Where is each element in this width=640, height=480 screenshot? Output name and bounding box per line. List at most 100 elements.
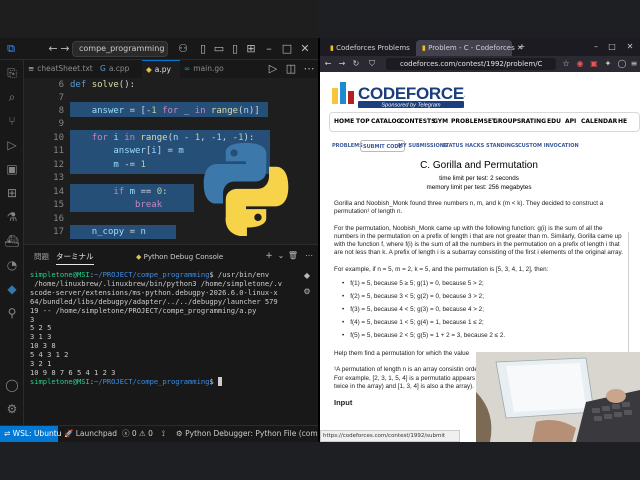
subnav-custom-invocation[interactable]: CUSTOM INVOCATION (518, 140, 579, 152)
tab-label: a.cpp (108, 64, 130, 73)
terminal-output[interactable]: simpletone@MSI:~/PROJECT/compe_programmi… (30, 271, 298, 421)
extension-icon[interactable]: ◉ (574, 58, 586, 70)
layout-secondary-icon[interactable]: ▯ (228, 42, 242, 56)
layout-sidebar-icon[interactable]: ▯ (196, 42, 210, 56)
tab-label: a.py (154, 65, 171, 74)
terminal-selector[interactable]: ◆ Python Debug Console (136, 250, 254, 264)
bookmark-star-icon[interactable]: ☆ (560, 58, 572, 70)
split-editor-icon[interactable]: ◫ (284, 62, 298, 76)
terminal-line: 3 (30, 314, 35, 324)
problem-paragraph: For example, if n = 5, m = 2, k = 5, and… (334, 265, 549, 273)
testing-icon[interactable]: ⚗ (3, 208, 21, 226)
shield-icon[interactable]: ⛉ (366, 58, 378, 70)
remote-indicator[interactable]: ⇌ WSL: Ubuntu (0, 426, 61, 442)
vscode-logo-icon: ⧉ (7, 42, 15, 55)
browser-tab-strip: ▮ Codeforces Problems ▮ Problem - C - Co… (320, 38, 640, 56)
menu-groups[interactable]: GROUPS (493, 113, 521, 131)
line-number: 12 (53, 160, 64, 170)
extensions-puzzle-icon[interactable]: ✦ (602, 58, 614, 70)
git-graph-icon[interactable]: ◔ (3, 256, 21, 274)
subnav-problems[interactable]: PROBLEMS (332, 140, 363, 152)
terminal-line: /home/linuxbrew/.linuxbrew/bin/python3 /… (30, 278, 282, 288)
problem-paragraph: Gorilla and Noobish_Monk found three num… (334, 200, 604, 216)
line-number: 15 (53, 200, 64, 210)
maximize-icon[interactable]: □ (606, 41, 618, 53)
problems-counter[interactable]: ⓧ 0 ⚠ 0 (122, 426, 153, 442)
terminal-line: 10 9 8 7 6 5 4 1 2 3 (30, 367, 116, 377)
run-debug-icon[interactable]: ▷ (3, 136, 21, 154)
line-number: 11 (53, 146, 64, 156)
tab-a-cpp[interactable]: Ga.cpp (96, 60, 142, 78)
line-number: 7 (58, 93, 64, 103)
python-icon[interactable]: ◆ (3, 280, 21, 298)
python-logo-icon (203, 142, 289, 236)
terminal-line: 3 2 1 (30, 359, 52, 369)
explorer-icon[interactable]: ⎘ (3, 64, 21, 82)
browser-tab-problems[interactable]: ▮ Codeforces Problems (324, 40, 414, 56)
vscode-title-bar: ⧉ ← → compe_programming [WS... ⚇ ▯ ▭ ▯ ⊞… (0, 38, 318, 60)
tab-main-go[interactable]: ∞ main.go (180, 60, 236, 78)
forward-arrow-icon[interactable]: → (336, 58, 348, 70)
tab-cheatsheet[interactable]: ≡ cheatSheet.txt (24, 60, 96, 78)
menu-api[interactable]: API (565, 113, 576, 131)
reload-icon[interactable]: ↻ (350, 58, 362, 70)
menu-calendar[interactable]: CALENDAR (581, 113, 617, 131)
subnav-my-submissions[interactable]: MY SUBMISSIONS (398, 140, 448, 152)
source-control-icon[interactable]: ⑂ (3, 112, 21, 130)
tab-terminal[interactable]: ターミナル (56, 249, 94, 265)
account-icon[interactable]: ◯ (3, 376, 21, 394)
customize-layout-icon[interactable]: ⊞ (244, 42, 258, 56)
menu-icon[interactable]: ≡ (628, 58, 640, 70)
layout-panel-icon[interactable]: ▭ (212, 42, 226, 56)
debugger-status[interactable]: ⚙ Python Debugger: Python File (compe (176, 426, 327, 442)
maximize-icon[interactable]: □ (280, 42, 294, 56)
settings-gear-icon[interactable]: ⚙ (3, 400, 21, 418)
copilot-icon[interactable]: ⚇ (176, 42, 190, 56)
account-icon[interactable]: ◯ (616, 58, 628, 70)
debug-terminal-icon[interactable]: ⚙ (300, 285, 314, 299)
debugger-label: Python Debugger: Python File (compe (185, 429, 328, 438)
tab-a-py[interactable]: ◆ a.py (142, 60, 180, 78)
tab-label: cheatSheet.txt (37, 64, 93, 73)
remote-explorer-icon[interactable]: ▣ (3, 160, 21, 178)
back-arrow-icon[interactable]: ← (322, 58, 334, 70)
memory-limit: memory limit per test: 256 megabytes (426, 184, 532, 191)
close-icon[interactable]: ✕ (624, 41, 636, 53)
menu-rating[interactable]: RATING (521, 113, 546, 131)
search-icon[interactable]: ⌕ (3, 88, 21, 106)
minimize-icon[interactable]: – (590, 41, 602, 53)
extensions-icon[interactable]: ⊞ (3, 184, 21, 202)
url-bar[interactable]: codeforces.com/contest/1992/problem/C (386, 58, 556, 70)
more-actions-icon[interactable]: ⋯ (302, 62, 316, 76)
run-file-icon[interactable]: ▷ (266, 62, 280, 76)
codeforces-logo[interactable]: CODEFORCES Sponsored by Telegram (331, 78, 465, 108)
menu-top[interactable]: TOP (356, 113, 370, 131)
browser-tab-problem-c[interactable]: ▮ Problem - C - Codeforces ✕ (416, 40, 523, 56)
menu-help[interactable]: HE (618, 113, 627, 131)
forward-arrow-icon[interactable]: → (58, 42, 72, 56)
subnav-hacks[interactable]: HACKS (465, 140, 484, 152)
ports-icon[interactable]: ⟟ (162, 426, 165, 442)
python-terminal-icon[interactable]: ◆ (300, 269, 314, 283)
subnav-status[interactable]: STATUS (442, 140, 463, 152)
command-center[interactable]: compe_programming [WS... (72, 41, 168, 57)
subnav-standings[interactable]: STANDINGS (486, 140, 519, 152)
menu-catalog[interactable]: CATALOG (371, 113, 402, 131)
kill-terminal-icon[interactable]: 🗑 (286, 249, 300, 263)
close-icon[interactable]: ✕ (298, 42, 312, 56)
more-actions-icon[interactable]: ⋯ (302, 249, 316, 263)
new-tab-icon[interactable]: + (516, 41, 528, 53)
menu-gym[interactable]: GYM (433, 113, 448, 131)
tree-icon[interactable]: ⚲ (3, 304, 21, 322)
extension-icon[interactable]: ▣ (588, 58, 600, 70)
minimize-icon[interactable]: – (262, 42, 276, 56)
menu-edu[interactable]: EDU (547, 113, 561, 131)
menu-contests[interactable]: CONTESTS (400, 113, 435, 131)
menu-problemset[interactable]: PROBLEMSET (451, 113, 496, 131)
docker-icon[interactable]: ⛴ (3, 232, 21, 250)
menu-home[interactable]: HOME (334, 113, 354, 131)
bottom-black-band (0, 442, 318, 480)
launchpad-item[interactable]: 🚀 Launchpad (64, 426, 117, 442)
tab-problems[interactable]: 問題 (34, 249, 49, 265)
bottom-black-band (320, 442, 640, 480)
